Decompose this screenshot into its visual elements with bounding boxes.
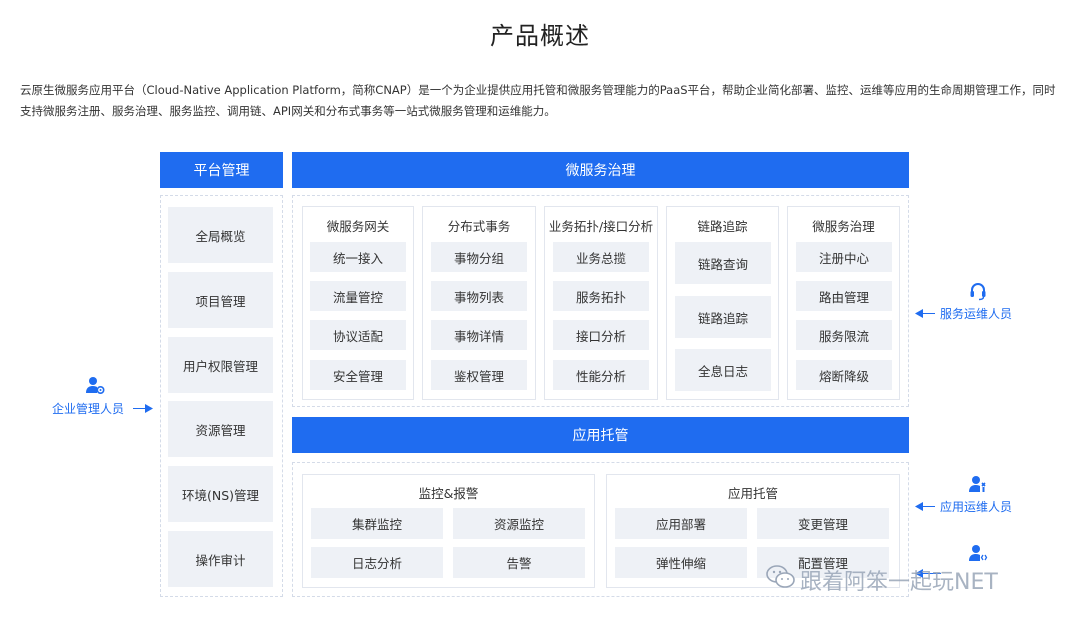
column-item: 流量管控 — [310, 281, 406, 311]
role-enterprise-admin: 企业管理人员 — [52, 402, 125, 416]
platform-item: 环境(NS)管理 — [168, 466, 273, 522]
platform-item: 项目管理 — [168, 272, 273, 328]
group-item: 变更管理 — [757, 508, 889, 539]
column-item: 全息日志 — [675, 349, 771, 391]
column-item: 协议适配 — [310, 320, 406, 350]
column-item: 安全管理 — [310, 360, 406, 390]
column-title: 分布式事务 — [447, 219, 511, 234]
watermark-text: 跟着阿笨一起玩NET — [800, 570, 998, 595]
platform-item: 资源管理 — [168, 401, 273, 457]
role-app-ops: 应用运维人员 — [940, 500, 1013, 514]
intro-paragraph: 云原生微服务应用平台（Cloud-Native Application Plat… — [20, 83, 1056, 118]
column-item: 性能分析 — [553, 360, 649, 390]
column-title: 链路追踪 — [697, 219, 748, 234]
platform-item: 操作审计 — [168, 531, 273, 587]
platform-header: 平台管理 — [160, 152, 283, 188]
column-item: 熔断降级 — [796, 360, 892, 390]
dev-user-icon — [969, 545, 988, 561]
admin-user-icon — [86, 377, 105, 395]
column-item: 业务总揽 — [553, 242, 649, 272]
column-title: 微服务治理 — [812, 219, 875, 234]
column-item: 服务限流 — [796, 320, 892, 350]
column-item: 事物详情 — [431, 320, 527, 350]
page-title: 产品概述 — [490, 22, 590, 50]
column-item: 事物分组 — [431, 242, 527, 272]
column-item: 路由管理 — [796, 281, 892, 311]
column-title: 业务拓扑/接口分析 — [548, 219, 654, 234]
column-item: 鉴权管理 — [431, 360, 527, 390]
platform-item: 用户权限管理 — [168, 337, 273, 393]
column-item: 服务拓扑 — [553, 281, 649, 311]
ops-user-icon — [969, 476, 986, 492]
group-title: 监控&报警 — [418, 486, 479, 501]
arrow-left-icon — [921, 313, 935, 314]
group-item: 资源监控 — [453, 508, 585, 539]
group-item: 应用部署 — [615, 508, 747, 539]
column-item: 链路查询 — [675, 242, 771, 284]
role-service-ops: 服务运维人员 — [940, 307, 1013, 321]
group-item: 日志分析 — [311, 547, 443, 578]
column-title: 微服务网关 — [326, 219, 390, 234]
wechat-logo-icon — [766, 565, 795, 588]
arrow-left-icon — [921, 506, 935, 507]
column-item: 注册中心 — [796, 242, 892, 272]
arrow-head-icon — [145, 404, 153, 413]
microservice-header: 微服务治理 — [292, 152, 909, 188]
column-item: 事物列表 — [431, 281, 527, 311]
column-item: 统一接入 — [310, 242, 406, 272]
column-item: 接口分析 — [553, 320, 649, 350]
group-item: 告警 — [453, 547, 585, 578]
group-title: 应用托管 — [727, 486, 778, 501]
group-item: 集群监控 — [311, 508, 443, 539]
hosting-header: 应用托管 — [292, 417, 909, 453]
platform-item: 全局概览 — [168, 207, 273, 263]
headset-icon — [970, 283, 986, 301]
column-item: 链路追踪 — [675, 296, 771, 338]
group-item: 弹性伸缩 — [615, 547, 747, 578]
